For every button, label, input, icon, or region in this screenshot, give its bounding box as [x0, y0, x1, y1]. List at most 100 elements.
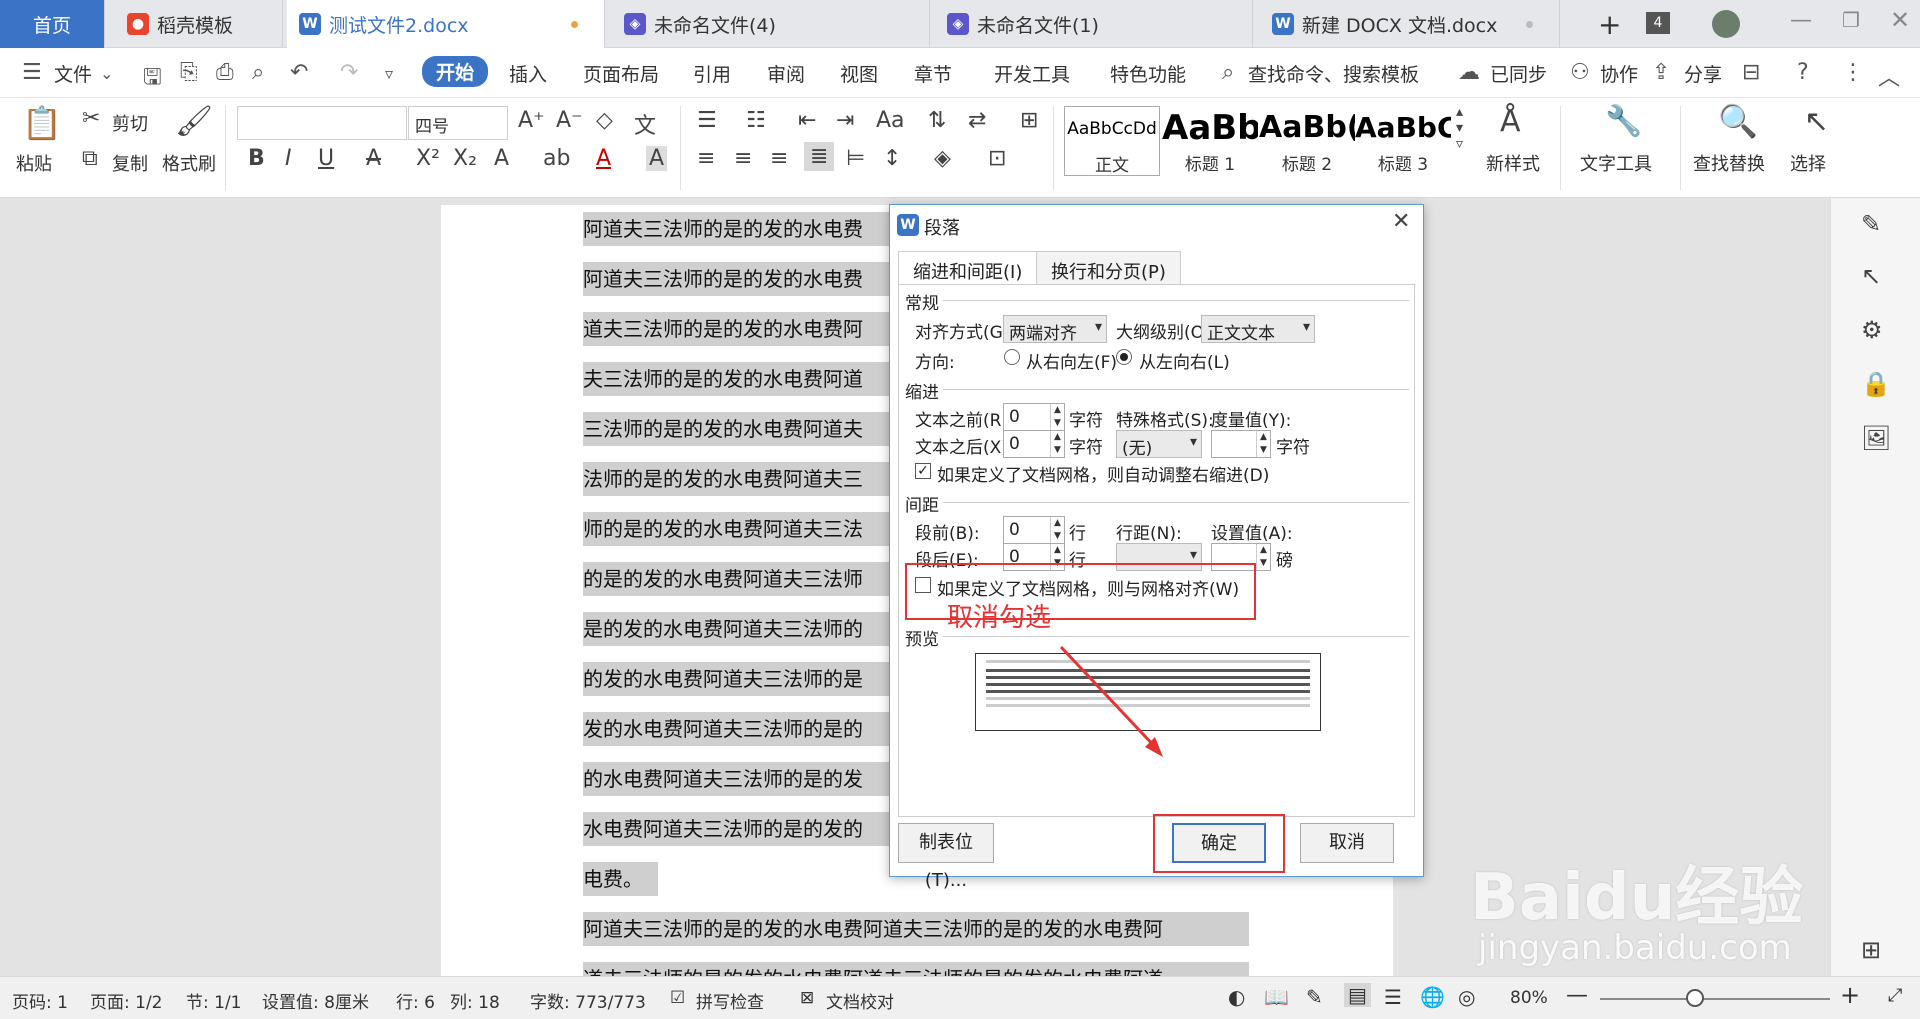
styles-scroll-icon[interactable]: ▴ ▾ ▿ — [1456, 104, 1463, 152]
table-borders-icon[interactable]: ⊞ — [1020, 108, 1038, 133]
reading-mode-icon[interactable]: 📖 — [1264, 985, 1289, 1009]
cursor-select-icon[interactable]: ↖ — [1804, 104, 1829, 139]
document-line[interactable]: 水电费阿道夫三法师的是的发的 — [583, 812, 890, 846]
italic-icon[interactable]: I — [285, 146, 292, 171]
lock-icon[interactable]: 🔒 — [1861, 370, 1891, 398]
char-shading-icon[interactable]: A — [646, 146, 668, 171]
close-window-icon[interactable]: ✕ — [1890, 6, 1910, 34]
menu-review[interactable]: 审阅 — [767, 60, 805, 87]
sync-status[interactable]: 已同步 — [1490, 60, 1547, 87]
format-painter-button[interactable]: 格式刷 — [162, 150, 216, 176]
image-icon[interactable]: 🖼 — [1861, 424, 1891, 452]
ltr-radio[interactable] — [1116, 349, 1132, 365]
restore-icon[interactable]: ❐ — [1842, 8, 1860, 32]
shading-icon[interactable]: ◈ — [934, 146, 951, 171]
outline-level-select[interactable]: 正文文本 — [1201, 315, 1315, 344]
highlight-icon[interactable]: ab — [543, 146, 570, 171]
measure-spinner[interactable]: ▲ ▼ — [1211, 430, 1271, 458]
status-row[interactable]: 行: 6 — [396, 988, 435, 1013]
zoom-level[interactable]: 80% — [1510, 988, 1548, 1008]
space-before-spinner[interactable]: 0 ▲ ▼ — [1003, 516, 1065, 544]
customize-quick-access-icon[interactable]: ▿ — [385, 64, 393, 83]
new-style-button[interactable]: 新样式 — [1486, 150, 1540, 176]
menu-developer[interactable]: 开发工具 — [994, 60, 1070, 87]
dialog-close-icon[interactable]: ✕ — [1392, 209, 1410, 234]
style-heading-1[interactable]: AaBb 标题 1 — [1162, 106, 1258, 176]
tab-untitled-1[interactable]: ◈ 未命名文件(1) — [935, 0, 1253, 48]
menu-references[interactable]: 引用 — [693, 60, 731, 87]
rtl-radio[interactable] — [1004, 349, 1020, 365]
status-section[interactable]: 节: 1/1 — [186, 988, 242, 1013]
tab-docer-templates[interactable]: ● 稻壳模板 — [115, 0, 283, 48]
write-mode-icon[interactable]: ✎ — [1306, 985, 1323, 1009]
text-effect-icon[interactable]: A — [494, 146, 509, 171]
subscript-icon[interactable]: X₂ — [453, 146, 477, 171]
bullet-list-icon[interactable]: ☰ — [697, 108, 717, 133]
borders-icon[interactable]: ⊡ — [988, 146, 1006, 171]
tab-untitled-4[interactable]: ◈ 未命名文件(4) — [612, 0, 930, 48]
document-line[interactable]: 电费。 — [583, 862, 658, 896]
tab-home[interactable]: 首页 — [0, 0, 105, 48]
document-line[interactable]: 师的是的发的水电费阿道夫三法 — [583, 512, 890, 546]
select-object-icon[interactable]: ↖ — [1861, 262, 1881, 290]
numbered-list-icon[interactable]: ☷ — [746, 108, 766, 133]
document-line[interactable]: 的是的发的水电费阿道夫三法师 — [583, 562, 890, 596]
special-format-select[interactable]: (无) — [1116, 430, 1202, 459]
zoom-slider-handle[interactable] — [1686, 989, 1704, 1007]
hamburger-icon[interactable]: ☰ — [22, 60, 42, 85]
menu-chapter[interactable]: 章节 — [914, 60, 952, 87]
align-right-icon[interactable]: ≡ — [770, 146, 788, 171]
spinner-arrows-icon[interactable]: ▲ ▼ — [1050, 404, 1064, 430]
document-line[interactable]: 阿道夫三法师的是的发的水电费阿道夫三法师的是的发的水电费阿 — [583, 912, 1249, 946]
spinner-arrows-icon[interactable]: ▲ ▼ — [1256, 544, 1270, 570]
pound-unit[interactable]: 磅 — [1276, 546, 1293, 571]
proofread-button[interactable]: 文档校对 — [826, 988, 894, 1013]
tab-test-file-2[interactable]: W 测试文件2.docx — [287, 0, 605, 48]
web-view-icon[interactable]: 🌐 — [1420, 985, 1445, 1009]
tab-new-docx[interactable]: W 新建 DOCX 文档.docx — [1260, 0, 1560, 48]
select-button[interactable]: 选择 — [1790, 150, 1826, 176]
status-page-number[interactable]: 页码: 1 — [12, 988, 68, 1013]
document-line[interactable]: 的发的水电费阿道夫三法师的是 — [583, 662, 890, 696]
menu-home[interactable]: 开始 — [422, 56, 489, 87]
undo-icon[interactable]: ↶ — [290, 60, 308, 85]
chevron-down-icon[interactable]: ⌄ — [100, 64, 113, 83]
after-text-spinner[interactable]: 0 ▲ ▼ — [1003, 430, 1065, 458]
change-case-icon[interactable]: Aa — [876, 108, 905, 133]
tabs-button[interactable]: 制表位(T)... — [898, 823, 994, 891]
align-left-icon[interactable]: ≡ — [697, 146, 715, 171]
auto-indent-checkbox[interactable]: ✓ — [915, 463, 931, 479]
tab-count-badge[interactable]: 4 — [1646, 12, 1670, 34]
apps-grid-icon[interactable]: ⊞ — [1861, 936, 1881, 964]
collapse-ribbon-icon[interactable]: ︿ — [1878, 60, 1900, 92]
document-line[interactable]: 道夫三法师的是的发的水电费阿 — [583, 312, 890, 346]
superscript-icon[interactable]: X² — [416, 146, 440, 171]
paste-button[interactable]: 粘贴 — [16, 150, 52, 176]
justify-icon[interactable]: ≣ — [804, 142, 835, 171]
more-tools-icon[interactable]: ⊟ — [1742, 60, 1760, 85]
style-normal[interactable]: AaBbCcDd 正文 — [1064, 106, 1160, 176]
new-style-icon[interactable]: Å — [1500, 104, 1521, 139]
paste-icon[interactable]: 📋 — [22, 104, 62, 142]
document-line[interactable]: 三法师的是的发的水电费阿道夫 — [583, 412, 890, 446]
char-unit[interactable]: 字符 — [1069, 406, 1103, 431]
zoom-out-icon[interactable]: — — [1566, 983, 1588, 1008]
document-line[interactable]: 法师的是的发的水电费阿道夫三 — [583, 462, 890, 496]
sort-icon[interactable]: ⇅ — [928, 108, 946, 133]
print-icon[interactable]: ⎙ — [216, 60, 234, 85]
page-view-icon[interactable]: ▤ — [1344, 983, 1371, 1007]
menu-page-layout[interactable]: 页面布局 — [583, 60, 659, 87]
collaborate-button[interactable]: 协作 — [1600, 60, 1638, 87]
strikethrough-icon[interactable]: A — [366, 146, 381, 171]
document-line[interactable]: 是的发的水电费阿道夫三法师的 — [583, 612, 890, 646]
format-painter-icon[interactable]: 🖌 — [175, 104, 213, 139]
properties-icon[interactable]: ⚙ — [1861, 316, 1883, 344]
spinner-arrows-icon[interactable]: ▲ ▼ — [1256, 431, 1270, 457]
zoom-slider[interactable] — [1600, 998, 1830, 1000]
cancel-button[interactable]: 取消 — [1300, 823, 1394, 863]
copy-button[interactable]: 复制 — [112, 150, 148, 176]
menu-view[interactable]: 视图 — [840, 60, 878, 87]
status-setting[interactable]: 设置值: 8厘米 — [262, 988, 369, 1013]
pen-icon[interactable]: ✎ — [1861, 210, 1881, 238]
clear-format-icon[interactable]: ◇ — [596, 108, 613, 133]
